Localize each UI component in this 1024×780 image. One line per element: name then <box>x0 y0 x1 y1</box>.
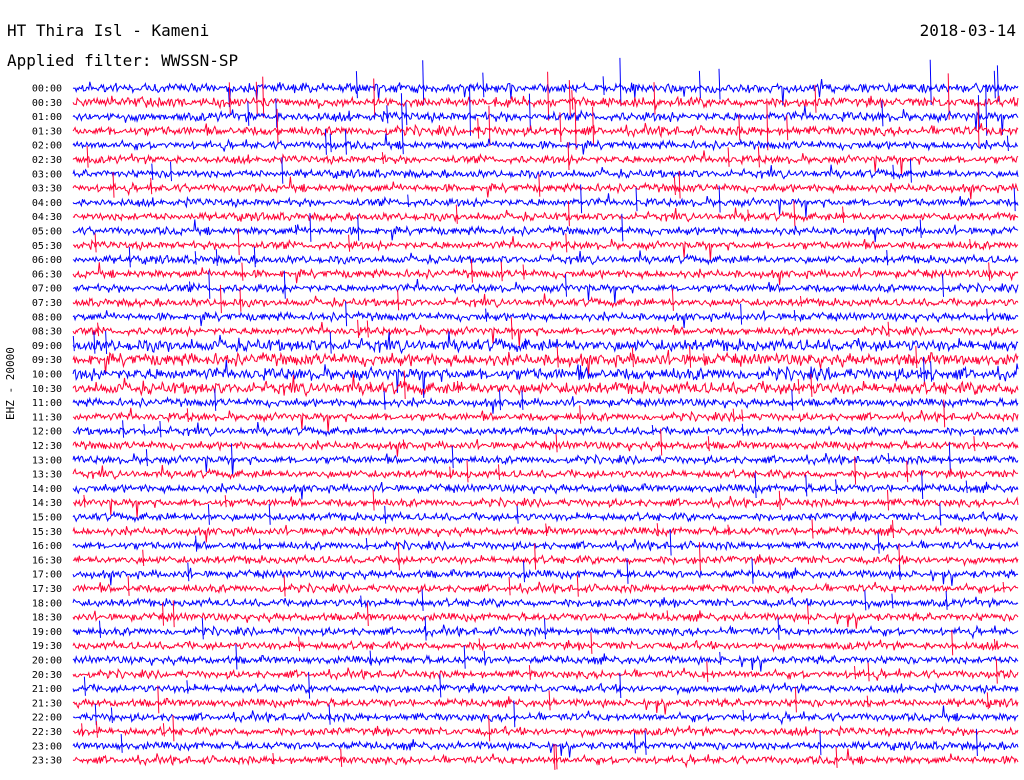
row-label: 15:30 <box>32 527 62 538</box>
trace-00:30 <box>72 95 1019 111</box>
trace-22:30 <box>72 725 1019 739</box>
row-label: 17:30 <box>32 584 62 595</box>
row-label: 14:30 <box>32 498 62 509</box>
trace-spikes <box>241 259 991 283</box>
row-label: 22:30 <box>32 727 62 738</box>
row-label: 18:30 <box>32 613 62 624</box>
trace-23:00 <box>72 739 1019 758</box>
trace-17:30 <box>72 581 1019 595</box>
row-label: 13:30 <box>32 470 62 481</box>
trace-spikes <box>360 589 948 611</box>
trace-21:30 <box>72 696 1019 715</box>
trace-15:30 <box>72 524 1018 543</box>
row-label: 18:00 <box>32 598 62 609</box>
row-label: 00:00 <box>32 84 62 95</box>
trace-17:00 <box>72 567 1019 586</box>
row-label: 11:00 <box>32 398 62 409</box>
trace-spikes <box>128 246 889 268</box>
trace-spikes <box>324 129 1009 155</box>
row-label: 08:00 <box>32 312 62 323</box>
row-label: 20:30 <box>32 670 62 681</box>
trace-03:30 <box>72 176 1019 200</box>
trace-spikes <box>157 685 989 714</box>
row-label: 07:00 <box>32 284 62 295</box>
row-label: 00:30 <box>32 98 62 109</box>
row-label: 14:00 <box>32 484 62 495</box>
trace-01:30 <box>72 122 1019 139</box>
row-label: 16:30 <box>32 555 62 566</box>
row-label: 19:00 <box>32 627 62 638</box>
row-label: 03:30 <box>32 184 62 195</box>
row-label: 19:30 <box>32 641 62 652</box>
row-label: 21:30 <box>32 698 62 709</box>
trace-03:00 <box>72 164 1019 180</box>
helicorder-plot: 00:00 00:30 01:00 01:30 02:00 02:30 03:00 03:30… <box>32 57 1019 770</box>
trace-14:00 <box>72 481 1019 500</box>
row-label: 15:00 <box>32 513 62 524</box>
row-label: 04:30 <box>32 212 62 223</box>
row-label: 17:00 <box>32 570 62 581</box>
row-label: 23:00 <box>32 741 62 752</box>
row-label: 06:30 <box>32 269 62 280</box>
trace-20:00 <box>72 653 1019 672</box>
trace-16:00 <box>72 538 1019 552</box>
trace-spikes <box>272 743 838 770</box>
row-label: 13:00 <box>32 455 62 466</box>
row-label: 09:30 <box>32 355 62 366</box>
trace-spikes <box>402 428 976 456</box>
row-label: 08:30 <box>32 327 62 338</box>
trace-spikes <box>545 519 894 539</box>
trace-20:30 <box>72 667 1019 681</box>
row-label: 12:30 <box>32 441 62 452</box>
row-label: 06:00 <box>32 255 62 266</box>
row-label: 11:30 <box>32 412 62 423</box>
row-label: 23:30 <box>32 756 62 767</box>
row-label: 10:00 <box>32 370 62 381</box>
row-label: 02:30 <box>32 155 62 166</box>
row-label: 05:00 <box>32 227 62 238</box>
trace-12:00 <box>72 422 1019 438</box>
trace-08:30 <box>72 321 1019 347</box>
row-label: 09:00 <box>32 341 62 352</box>
row-label: 12:00 <box>32 427 62 438</box>
trace-spikes <box>235 644 722 670</box>
row-label: 01:30 <box>32 126 62 137</box>
trace-23:30 <box>72 748 1019 769</box>
trace-spikes <box>276 98 980 151</box>
trace-06:00 <box>72 250 1019 266</box>
row-label: 04:00 <box>32 198 62 209</box>
row-label: 16:00 <box>32 541 62 552</box>
trace-13:00 <box>72 452 1019 476</box>
row-label: 02:00 <box>32 141 62 152</box>
trace-07:30 <box>72 293 1019 309</box>
row-label: 22:00 <box>32 713 62 724</box>
trace-18:30 <box>72 610 1019 629</box>
row-label: 05:30 <box>32 241 62 252</box>
row-label: 21:00 <box>32 684 62 695</box>
trace-16:30 <box>72 553 1019 568</box>
row-label: 03:00 <box>32 169 62 180</box>
trace-04:30 <box>72 207 1019 223</box>
trace-spikes <box>83 489 889 511</box>
trace-18:00 <box>72 596 1019 610</box>
trace-15:00 <box>72 510 1018 523</box>
row-label: 01:00 <box>32 112 62 123</box>
trace-06:30 <box>72 262 1019 286</box>
trace-21:00 <box>72 682 1019 696</box>
trace-spikes <box>228 71 950 121</box>
row-label: 20:00 <box>32 656 62 667</box>
trace-12:30 <box>72 439 1019 457</box>
row-label: 10:30 <box>32 384 62 395</box>
trace-05:00 <box>72 219 1019 243</box>
row-label: 07:30 <box>32 298 62 309</box>
trace-19:30 <box>72 639 1019 653</box>
trace-08:00 <box>72 310 1019 328</box>
trace-22:00 <box>72 705 1019 726</box>
trace-13:30 <box>72 464 1019 481</box>
trace-spikes <box>298 629 996 656</box>
trace-02:00 <box>72 133 1019 155</box>
